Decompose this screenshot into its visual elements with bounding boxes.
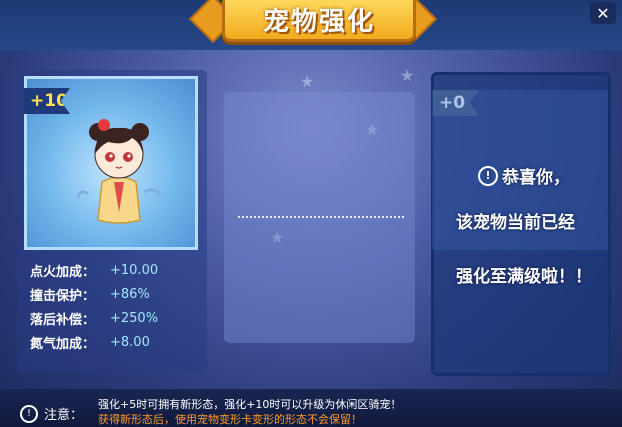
notice-text-line2: 获得新形态后，使用宠物变形卡变形的形态不会保留！	[98, 413, 362, 426]
stat-row: 氮气加成： +8.00	[30, 330, 158, 354]
dotted-divider	[238, 216, 404, 218]
result-message-line1: ! 恭喜你，	[478, 163, 570, 188]
stat-label: 落后补偿：	[30, 312, 96, 328]
close-button[interactable]: ✕	[590, 2, 616, 24]
star-decoration: ★	[300, 72, 315, 91]
notice-text-line1: 强化+5时可拥有新形态，强化+10时可以升级为休闲区骑宠！	[98, 398, 402, 411]
stat-row: 点火加成： +10.00	[30, 258, 158, 282]
star-decoration: ★	[400, 66, 415, 85]
pet-character-image	[76, 119, 162, 224]
result-message-text: 恭喜你，	[502, 168, 570, 188]
result-message-line3: 强化至满级啦！！	[456, 267, 592, 287]
notice-label: ! 注意：	[20, 404, 83, 423]
title-banner: 宠物强化	[222, 0, 416, 42]
window-title: 宠物强化	[262, 6, 375, 37]
stat-row: 撞击保护： +86%	[30, 282, 158, 306]
result-message-line2: 该宠物当前已经	[456, 213, 575, 233]
notice-label-text: 注意：	[44, 408, 84, 423]
stat-value: +250%	[110, 310, 159, 326]
stat-label: 撞击保护：	[30, 288, 96, 304]
stat-row: 落后补偿： +250%	[30, 306, 158, 330]
close-icon: ✕	[596, 3, 610, 23]
exclamation-icon: !	[478, 165, 498, 186]
stat-value: +8.00	[110, 334, 150, 350]
pet-stats: 点火加成： +10.00 撞击保护： +86% 落后补偿： +250% 氮气加成…	[30, 258, 158, 354]
stat-label: 氮气加成：	[30, 336, 96, 352]
exclamation-icon: !	[20, 404, 38, 423]
stat-value: +86%	[110, 286, 150, 302]
stat-value: +10.00	[110, 262, 159, 278]
stat-label: 点火加成：	[30, 264, 96, 280]
